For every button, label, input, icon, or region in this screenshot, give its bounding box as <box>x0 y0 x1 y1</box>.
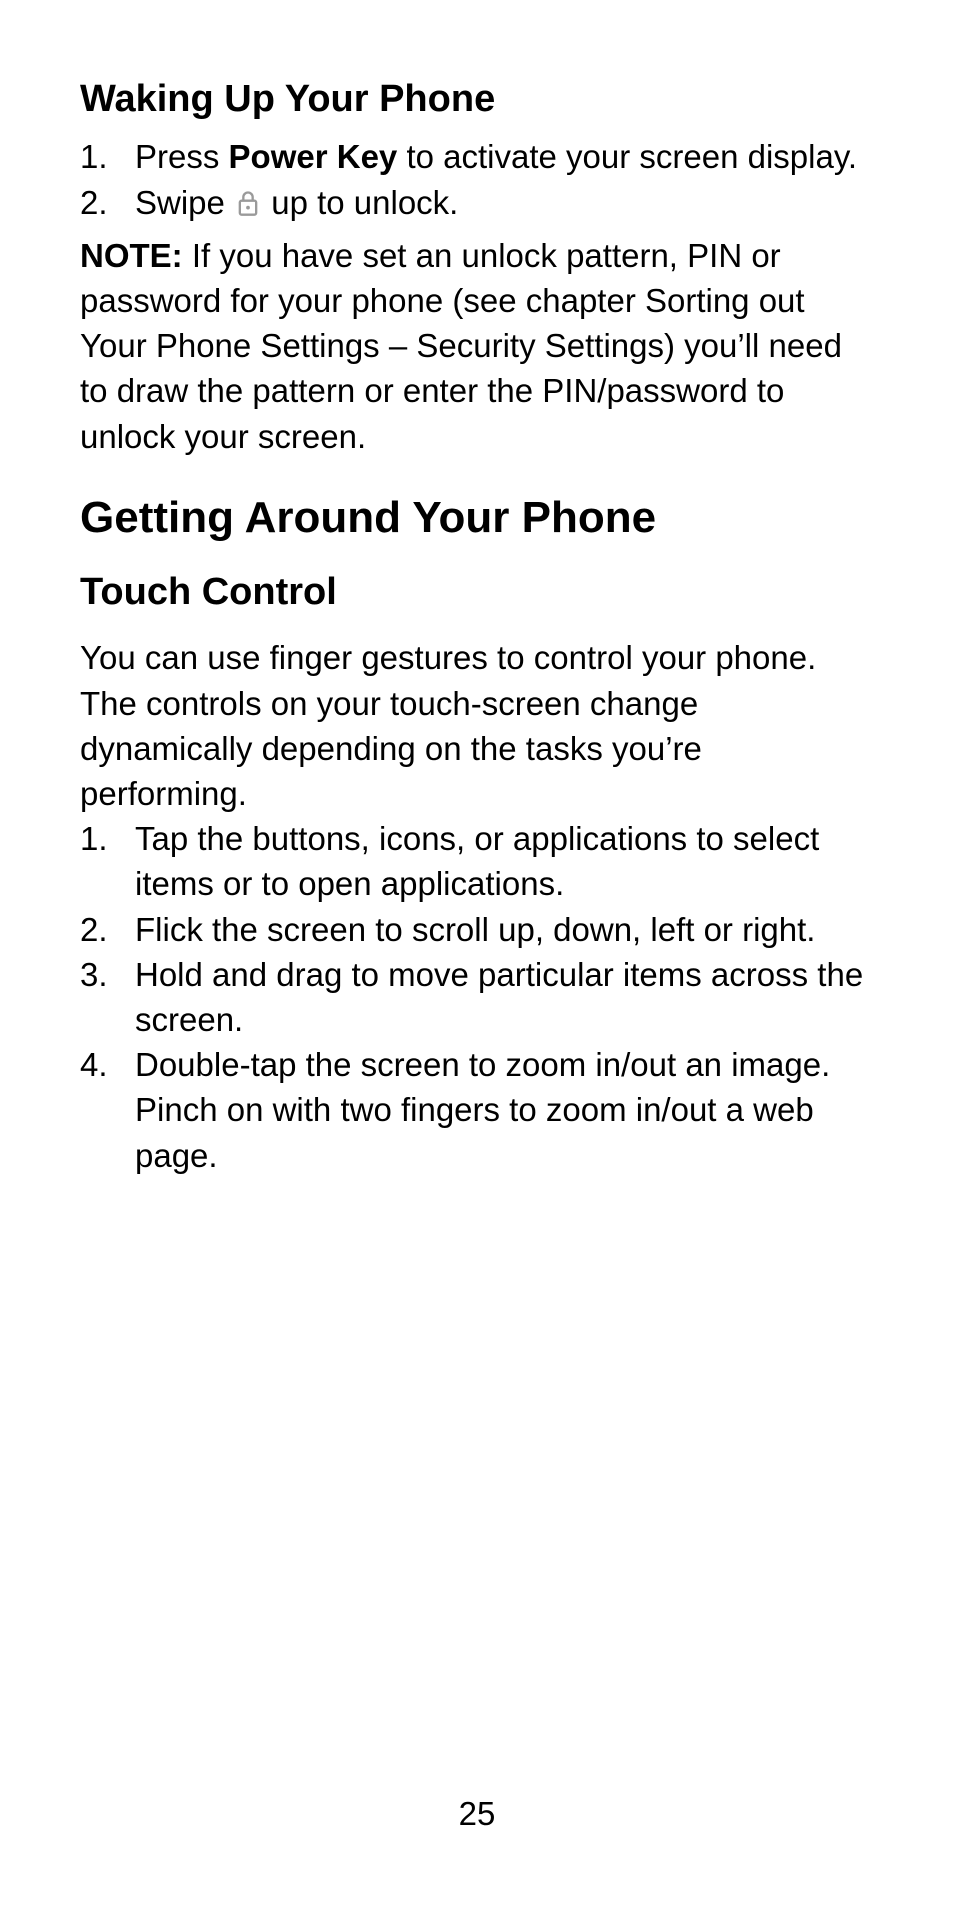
page-content: Waking Up Your Phone Press Power Key to … <box>0 0 954 1178</box>
note-text: If you have set an unlock pattern, PIN o… <box>80 237 842 455</box>
list-item-text: Double-tap the screen to zoom in/out an … <box>135 1046 830 1173</box>
heading-waking-up: Waking Up Your Phone <box>80 75 874 124</box>
list-item: Swipe up to unlock. <box>80 180 874 225</box>
heading-getting-around: Getting Around Your Phone <box>80 489 874 546</box>
list-item-text: Hold and drag to move particular items a… <box>135 956 863 1038</box>
list-item-text: Flick the screen to scroll up, down, lef… <box>135 911 815 948</box>
power-key-bold: Power Key <box>229 138 398 175</box>
note-block: NOTE: If you have set an unlock pattern,… <box>80 233 874 459</box>
touch-control-intro: You can use finger gestures to control y… <box>80 635 874 816</box>
lock-icon <box>234 183 262 211</box>
list-item-text-pre: Press <box>135 138 229 175</box>
touch-control-list: Tap the buttons, icons, or applications … <box>80 816 874 1178</box>
list-item: Double-tap the screen to zoom in/out an … <box>80 1042 874 1178</box>
list-item-text-post: up to unlock. <box>262 184 458 221</box>
list-item-text-pre: Swipe <box>135 184 234 221</box>
heading-touch-control: Touch Control <box>80 568 874 617</box>
list-item: Press Power Key to activate your screen … <box>80 134 874 179</box>
page-number: 25 <box>0 1795 954 1833</box>
list-item-text: Tap the buttons, icons, or applications … <box>135 820 819 902</box>
list-item: Hold and drag to move particular items a… <box>80 952 874 1042</box>
waking-up-list: Press Power Key to activate your screen … <box>80 134 874 224</box>
list-item-text-post: to activate your screen display. <box>397 138 857 175</box>
list-item: Flick the screen to scroll up, down, lef… <box>80 907 874 952</box>
list-item: Tap the buttons, icons, or applications … <box>80 816 874 906</box>
note-label: NOTE: <box>80 237 183 274</box>
